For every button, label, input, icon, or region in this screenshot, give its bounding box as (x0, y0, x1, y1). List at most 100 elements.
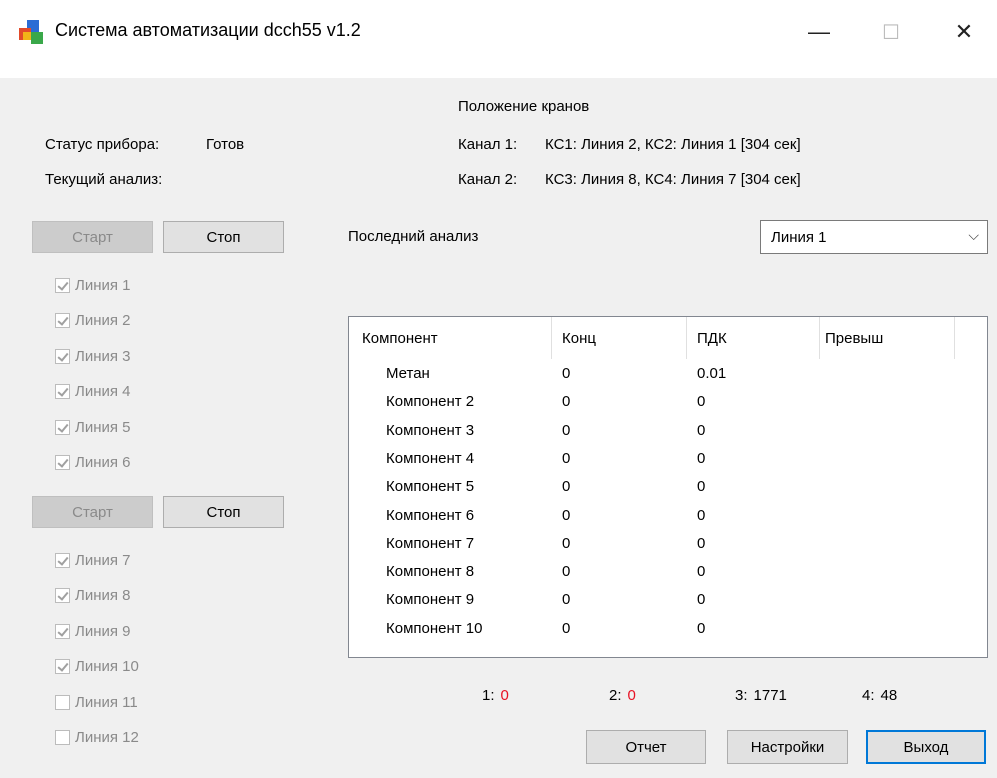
valves-title: Положение кранов (458, 98, 590, 115)
settings-button[interactable]: Настройки (727, 730, 848, 764)
table-cell: Компонент 9 (386, 591, 475, 609)
table-cell: 0 (562, 591, 571, 609)
line-checkbox[interactable]: Линия 7 (55, 549, 131, 571)
counter-3: 3: 1771 (735, 687, 787, 704)
minimize-button[interactable]: — (790, 10, 848, 54)
table-cell: Компонент 6 (386, 506, 475, 524)
line-checkbox[interactable]: Линия 8 (55, 585, 131, 607)
channel2-value: КС3: Линия 8, КС4: Линия 7 [304 сек] (545, 171, 801, 188)
channel1-value: КС1: Линия 2, КС2: Линия 1 [304 сек] (545, 136, 801, 153)
table-cell: Метан (386, 365, 430, 382)
table-cell: 0 (697, 393, 706, 411)
counter-value: 0 (627, 687, 636, 704)
table-cell: Компонент 5 (386, 478, 475, 496)
line-checkbox-label: Линия 7 (75, 551, 131, 569)
checkbox-checked-icon[interactable] (55, 277, 70, 293)
line-checkbox[interactable]: Линия 3 (55, 345, 131, 367)
column-header[interactable]: Превыш (825, 317, 883, 359)
results-table[interactable]: Компонент Конц ПДК Превыш Метан 0 0.01 Компонен… (348, 316, 988, 658)
line-checkbox[interactable]: Линия 6 (55, 452, 131, 474)
counter-4: 4: 48 (862, 687, 897, 704)
counter-label: 3: (735, 687, 748, 704)
checkbox-checked-icon[interactable] (55, 419, 70, 435)
checkbox-unchecked-icon[interactable] (55, 730, 70, 745)
device-status-label: Статус прибора: (45, 136, 160, 153)
counter-value: 1771 (753, 687, 787, 704)
stop-button-group2[interactable]: Стоп (163, 496, 284, 528)
checkbox-checked-icon[interactable] (55, 659, 70, 674)
line-checkbox[interactable]: Линия 11 (55, 691, 138, 713)
checkbox-checked-icon[interactable] (55, 588, 70, 603)
line-checkbox-label: Линия 11 (75, 693, 138, 711)
line-checkbox[interactable]: Линия 5 (55, 416, 131, 438)
table-row[interactable]: Компонент 2 0 0 (349, 393, 987, 419)
report-button[interactable]: Отчет (586, 730, 706, 764)
close-icon: ✕ (954, 19, 974, 44)
checkbox-checked-icon[interactable] (55, 552, 70, 568)
checkbox-checked-icon[interactable] (55, 348, 70, 364)
table-cell: 0 (697, 478, 706, 496)
exit-button[interactable]: Выход (866, 730, 986, 764)
line-checkbox[interactable]: Линия 1 (55, 274, 131, 296)
table-cell: 0 (562, 449, 571, 467)
window-title: Система автоматизации dcch55 v1.2 (55, 20, 361, 40)
line-checkbox-label: Линия 2 (75, 312, 131, 329)
table-cell: Компонент 10 (386, 619, 483, 637)
checkbox-unchecked-icon[interactable] (55, 694, 70, 710)
table-cell: 0 (697, 506, 706, 524)
last-analysis-label: Последний анализ (348, 228, 479, 245)
checkbox-checked-icon[interactable] (55, 455, 70, 470)
table-cell: 0 (562, 506, 571, 524)
table-cell: 0 (562, 421, 571, 439)
table-cell: 0.01 (697, 365, 727, 382)
table-row[interactable]: Компонент 5 0 0 (349, 478, 987, 504)
column-divider[interactable] (954, 317, 955, 359)
checkbox-checked-icon[interactable] (55, 384, 70, 399)
line-checkbox[interactable]: Линия 2 (55, 310, 131, 332)
table-row[interactable]: Компонент 7 0 0 (349, 535, 987, 561)
line-select-value: Линия 1 (771, 228, 827, 246)
line-checkbox-label: Линия 1 (75, 276, 131, 294)
line-checkbox[interactable]: Линия 9 (55, 620, 131, 642)
table-cell: Компонент 8 (386, 563, 475, 581)
table-cell: 0 (562, 619, 571, 637)
counter-value: 0 (500, 687, 509, 704)
close-button[interactable]: ✕ (935, 10, 993, 54)
counter-label: 1: (482, 687, 495, 704)
counter-1: 1: 0 (482, 687, 509, 704)
column-header[interactable]: Компонент (362, 317, 438, 359)
line-checkbox[interactable]: Линия 12 (55, 727, 139, 749)
column-divider[interactable] (819, 317, 820, 359)
table-row[interactable]: Компонент 9 0 0 (349, 591, 987, 617)
start-button-group2[interactable]: Старт (32, 496, 153, 528)
line-checkbox[interactable]: Линия 10 (55, 656, 139, 678)
table-row[interactable]: Компонент 3 0 0 (349, 422, 987, 448)
maximize-icon: ☐ (882, 21, 900, 44)
maximize-button[interactable]: ☐ (862, 10, 920, 54)
counter-label: 4: (862, 687, 875, 704)
table-cell: 0 (562, 563, 571, 581)
table-row[interactable]: Метан 0 0.01 (349, 365, 987, 391)
start-button-group1[interactable]: Старт (32, 221, 153, 253)
checkbox-checked-icon[interactable] (55, 313, 70, 328)
table-row[interactable]: Компонент 8 0 0 (349, 563, 987, 589)
table-row[interactable]: Компонент 10 0 0 (349, 620, 987, 646)
channel1-label: Канал 1: (458, 136, 518, 153)
stop-button-group1[interactable]: Стоп (163, 221, 284, 253)
device-status-value: Готов (206, 136, 245, 153)
column-header[interactable]: Конц (562, 317, 596, 359)
channel2-label: Канал 2: (458, 171, 518, 188)
line-checkbox-label: Линия 8 (75, 587, 131, 604)
table-row[interactable]: Компонент 4 0 0 (349, 450, 987, 476)
line-select[interactable]: Линия 1 ⌵ (760, 220, 988, 254)
line-checkbox-label: Линия 6 (75, 454, 131, 471)
table-cell: 0 (562, 478, 571, 496)
table-row[interactable]: Компонент 6 0 0 (349, 507, 987, 533)
line-checkbox-label: Линия 4 (75, 383, 131, 400)
checkbox-checked-icon[interactable] (55, 623, 70, 639)
column-divider[interactable] (686, 317, 687, 359)
column-header[interactable]: ПДК (697, 317, 727, 359)
line-checkbox[interactable]: Линия 4 (55, 381, 131, 403)
table-cell: 0 (562, 393, 571, 411)
column-divider[interactable] (551, 317, 552, 359)
